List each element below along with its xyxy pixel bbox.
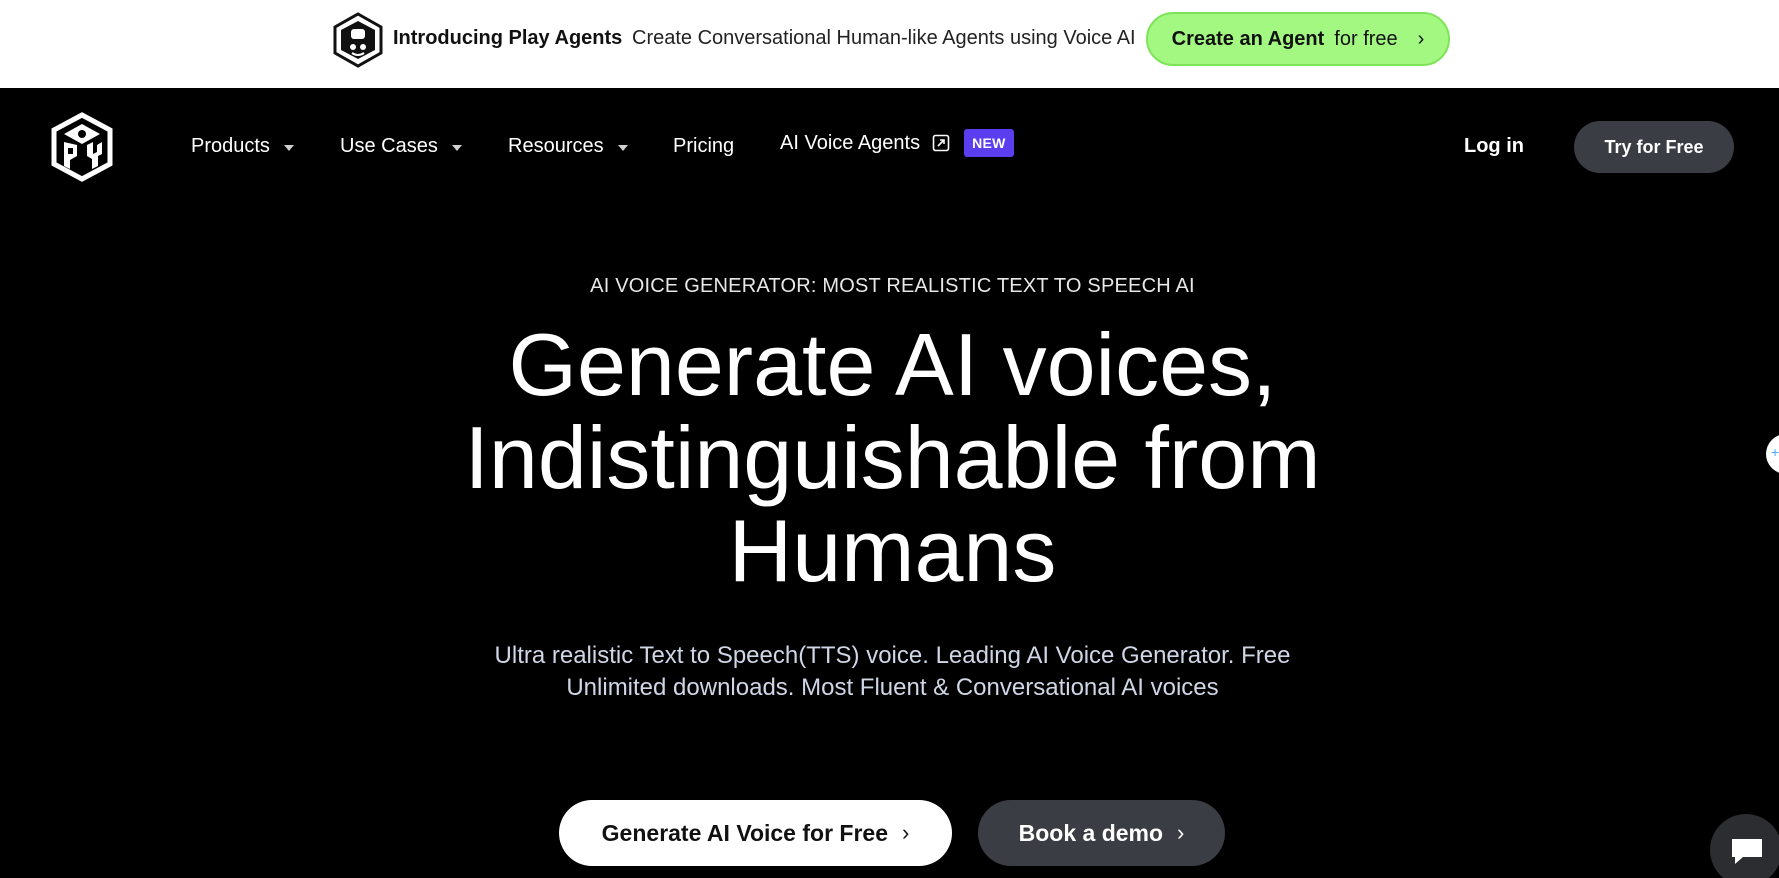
hero-subtext-line: Ultra realistic Text to Speech(TTS) voic… xyxy=(494,642,1291,669)
nav-resources[interactable]: Resources xyxy=(508,135,628,158)
hero-eyebrow: AI VOICE GENERATOR: MOST REALISTIC TEXT … xyxy=(590,275,1195,297)
hero-headline-line: Generate AI voices, xyxy=(508,315,1277,414)
login-link[interactable]: Log in xyxy=(1464,135,1524,158)
caret-down-icon xyxy=(451,144,462,151)
nav-pricing[interactable]: Pricing xyxy=(673,135,734,158)
hero-subtext: Ultra realistic Text to Speech(TTS) voic… xyxy=(430,640,1355,704)
nav-resources-label: Resources xyxy=(508,135,604,157)
nav-products[interactable]: Products xyxy=(191,135,294,158)
play-ht-logo-icon[interactable] xyxy=(50,112,114,182)
nav-ai-voice-agents-label: AI Voice Agents xyxy=(780,131,921,154)
play-cube-logo-icon xyxy=(333,12,383,68)
nav-ai-voice-agents[interactable]: AI Voice Agents NEW xyxy=(780,129,1014,157)
nav-pricing-label: Pricing xyxy=(673,135,735,157)
announcement-bar: Introducing Play Agents Create Conversat… xyxy=(0,0,1779,88)
chat-launcher-button[interactable] xyxy=(1710,814,1779,878)
new-badge: NEW xyxy=(964,129,1014,157)
create-agent-suffix: for free xyxy=(1334,27,1398,50)
main-navbar: Products Use Cases Resources Pricing AI … xyxy=(0,88,1779,206)
external-link-icon xyxy=(932,134,950,152)
hero-headline-line: Indistinguishable from xyxy=(464,408,1321,507)
chat-icon xyxy=(1732,839,1762,864)
hero-headline-line: Humans xyxy=(728,501,1057,600)
generate-voice-free-button[interactable]: Generate AI Voice for Free › xyxy=(559,800,952,866)
generate-voice-free-label: Generate AI Voice for Free xyxy=(601,819,888,846)
announcement-title: Introducing Play Agents xyxy=(393,27,623,49)
caret-down-icon xyxy=(283,144,294,151)
hero-headline: Generate AI voices, Indistinguishable fr… xyxy=(0,318,1779,597)
book-demo-button[interactable]: Book a demo › xyxy=(978,800,1225,866)
try-for-free-button[interactable]: Try for Free xyxy=(1574,121,1734,173)
plus-icon: + xyxy=(1771,444,1779,460)
nav-products-label: Products xyxy=(191,135,270,157)
chevron-right-icon: › xyxy=(1417,27,1425,50)
nav-use-cases-label: Use Cases xyxy=(340,135,438,157)
chevron-right-icon: › xyxy=(1177,820,1185,845)
announcement-text: Create Conversational Human-like Agents … xyxy=(632,27,1136,49)
chevron-right-icon: › xyxy=(902,820,910,845)
create-agent-button[interactable]: Create an Agent for free › xyxy=(1146,12,1450,66)
hero-subtext-line: Unlimited downloads. Most Fluent & Conve… xyxy=(566,674,1219,701)
book-demo-label: Book a demo xyxy=(1018,819,1164,846)
create-agent-label: Create an Agent xyxy=(1171,27,1325,50)
nav-use-cases[interactable]: Use Cases xyxy=(340,135,462,158)
caret-down-icon xyxy=(617,144,628,151)
